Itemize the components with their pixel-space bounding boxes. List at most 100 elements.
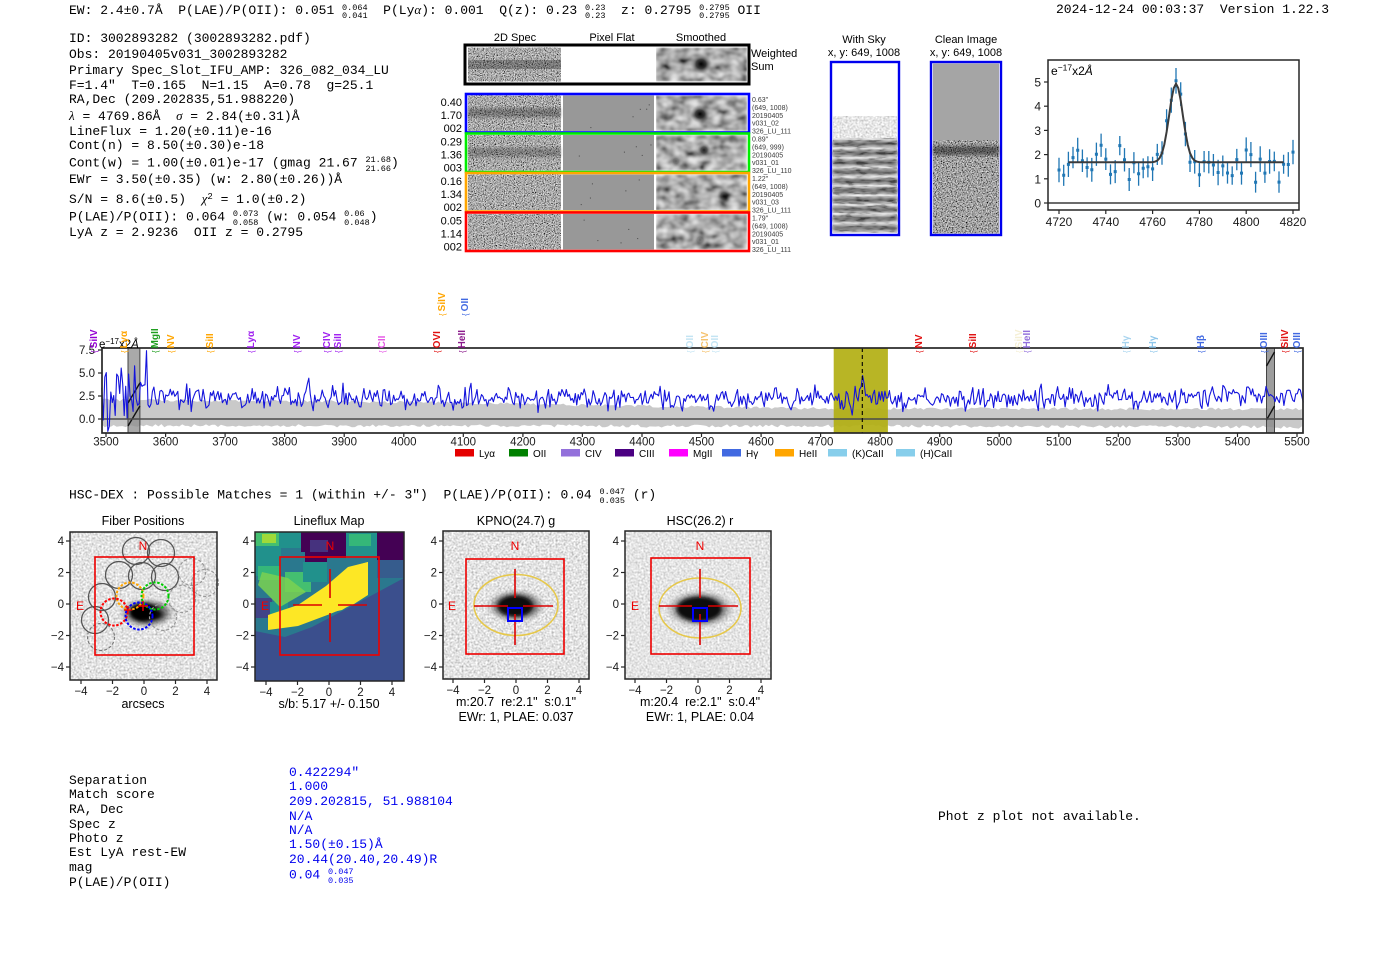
svg-text:E: E bbox=[448, 599, 456, 613]
svg-text:{OII: {OII bbox=[710, 335, 721, 353]
svg-text:4500: 4500 bbox=[689, 437, 715, 449]
svg-text:3500: 3500 bbox=[93, 437, 119, 449]
svg-text:Hγ: Hγ bbox=[746, 449, 758, 460]
svg-text:1.36: 1.36 bbox=[441, 150, 462, 162]
svg-text:m:20.4 re:2.1" s:0.4": m:20.4 re:2.1" s:0.4" bbox=[640, 695, 760, 709]
svg-text:(649, 1008): (649, 1008) bbox=[752, 223, 788, 230]
svg-text:{SiII: {SiII bbox=[205, 333, 216, 353]
svg-text:326_LU_111: 326_LU_111 bbox=[752, 129, 791, 136]
svg-text:0: 0 bbox=[431, 599, 437, 611]
svg-text:{NV: {NV bbox=[914, 334, 925, 353]
svg-text:326_LU_111: 326_LU_111 bbox=[752, 247, 791, 254]
svg-text:4740: 4740 bbox=[1092, 215, 1119, 229]
svg-text:CIV: CIV bbox=[585, 449, 602, 460]
svg-text:20190405: 20190405 bbox=[752, 113, 783, 120]
svg-text:5400: 5400 bbox=[1225, 437, 1251, 449]
svg-text:{NV: {NV bbox=[166, 334, 177, 353]
svg-text:5200: 5200 bbox=[1106, 437, 1132, 449]
svg-text:{OIII: {OIII bbox=[1292, 332, 1303, 353]
svg-text:4: 4 bbox=[389, 687, 396, 699]
svg-text:4400: 4400 bbox=[629, 437, 655, 449]
svg-text:1.22": 1.22" bbox=[752, 176, 769, 183]
svg-text:5300: 5300 bbox=[1165, 437, 1191, 449]
svg-text:(649, 1008): (649, 1008) bbox=[752, 105, 788, 112]
svg-text:0: 0 bbox=[243, 599, 249, 611]
svg-text:{MgII: {MgII bbox=[150, 328, 161, 353]
svg-text:{SiII: {SiII bbox=[968, 333, 979, 353]
svg-text:3800: 3800 bbox=[272, 437, 298, 449]
svg-text:3900: 3900 bbox=[331, 437, 357, 449]
svg-text:{CII: {CII bbox=[377, 335, 388, 353]
svg-text:4780: 4780 bbox=[1186, 215, 1213, 229]
svg-text:002: 002 bbox=[444, 242, 462, 254]
svg-text:002: 002 bbox=[444, 123, 462, 135]
svg-text:{Lyα: {Lyα bbox=[246, 330, 257, 353]
svg-text:KPNO(24.7) g: KPNO(24.7) g bbox=[477, 514, 556, 528]
svg-text:0.89": 0.89" bbox=[752, 137, 769, 144]
svg-text:−2: −2 bbox=[606, 631, 619, 643]
svg-text:0.63": 0.63" bbox=[752, 97, 769, 104]
svg-text:1.70: 1.70 bbox=[441, 110, 462, 122]
svg-text:Clean Image: Clean Image bbox=[935, 34, 997, 46]
svg-text:EWr: 1, PLAE: 0.04: EWr: 1, PLAE: 0.04 bbox=[646, 710, 754, 724]
svg-text:4: 4 bbox=[613, 536, 620, 548]
svg-text:4760: 4760 bbox=[1139, 215, 1166, 229]
svg-text:4820: 4820 bbox=[1280, 215, 1307, 229]
svg-text:4900: 4900 bbox=[927, 437, 953, 449]
svg-text:{SiIV: {SiIV bbox=[1280, 329, 1291, 353]
svg-text:E: E bbox=[631, 599, 639, 613]
svg-text:−2: −2 bbox=[51, 631, 64, 643]
svg-text:v031_01: v031_01 bbox=[752, 160, 779, 167]
svg-text:−4: −4 bbox=[74, 686, 88, 698]
svg-text:Fiber Positions: Fiber Positions bbox=[102, 514, 185, 528]
svg-text:5000: 5000 bbox=[986, 437, 1012, 449]
svg-text:2D Spec: 2D Spec bbox=[494, 32, 537, 44]
svg-text:2: 2 bbox=[58, 568, 64, 580]
svg-text:2: 2 bbox=[243, 568, 249, 580]
svg-text:0: 0 bbox=[58, 599, 64, 611]
svg-text:HSC(26.2) r: HSC(26.2) r bbox=[667, 514, 734, 528]
svg-text:Pixel Flat: Pixel Flat bbox=[589, 32, 634, 44]
svg-text:v031_01: v031_01 bbox=[752, 239, 779, 246]
svg-text:(649, 1008): (649, 1008) bbox=[752, 184, 788, 191]
svg-text:v031_02: v031_02 bbox=[752, 121, 779, 128]
svg-text:3: 3 bbox=[1034, 124, 1041, 138]
svg-text:003: 003 bbox=[444, 163, 462, 175]
svg-text:3600: 3600 bbox=[153, 437, 179, 449]
svg-text:5500: 5500 bbox=[1284, 437, 1310, 449]
svg-text:5.0: 5.0 bbox=[79, 368, 95, 380]
svg-text:0.0: 0.0 bbox=[79, 414, 95, 426]
svg-text:0: 0 bbox=[613, 599, 619, 611]
svg-text:s/b: 5.17 +/- 0.150: s/b: 5.17 +/- 0.150 bbox=[278, 697, 379, 711]
svg-text:2.5: 2.5 bbox=[79, 391, 95, 403]
svg-text:0.16: 0.16 bbox=[441, 176, 462, 188]
svg-text:EWr: 1, PLAE: 0.037: EWr: 1, PLAE: 0.037 bbox=[458, 710, 573, 724]
svg-text:−4: −4 bbox=[236, 662, 250, 674]
svg-text:Lyα: Lyα bbox=[479, 449, 495, 460]
svg-text:{HeII: {HeII bbox=[457, 330, 468, 353]
svg-text:20190405: 20190405 bbox=[752, 231, 783, 238]
svg-text:arcsecs: arcsecs bbox=[121, 697, 164, 711]
svg-text:−4: −4 bbox=[259, 687, 273, 699]
svg-text:0.05: 0.05 bbox=[441, 216, 462, 228]
svg-text:Smoothed: Smoothed bbox=[676, 32, 726, 44]
svg-text:326_LU_110: 326_LU_110 bbox=[752, 168, 792, 175]
svg-text:4300: 4300 bbox=[570, 437, 596, 449]
svg-text:5100: 5100 bbox=[1046, 437, 1072, 449]
svg-text:{NV: {NV bbox=[292, 334, 303, 353]
svg-text:−2: −2 bbox=[236, 631, 249, 643]
svg-text:With Sky: With Sky bbox=[842, 34, 886, 46]
svg-text:4: 4 bbox=[1034, 100, 1041, 114]
svg-text:{OII: {OII bbox=[685, 335, 696, 353]
svg-text:(649, 999): (649, 999) bbox=[752, 144, 784, 151]
svg-text:{CIV: {CIV bbox=[322, 331, 333, 353]
svg-text:e−17x2Å: e−17x2Å bbox=[1051, 63, 1093, 79]
svg-text:v031_03: v031_03 bbox=[752, 200, 779, 207]
svg-text:−2: −2 bbox=[424, 631, 437, 643]
svg-text:5: 5 bbox=[1034, 76, 1041, 90]
svg-text:20190405: 20190405 bbox=[752, 192, 783, 199]
svg-text:4200: 4200 bbox=[510, 437, 536, 449]
svg-text:−4: −4 bbox=[424, 662, 438, 674]
svg-text:CIII: CIII bbox=[639, 449, 655, 460]
svg-text:E: E bbox=[76, 599, 84, 613]
